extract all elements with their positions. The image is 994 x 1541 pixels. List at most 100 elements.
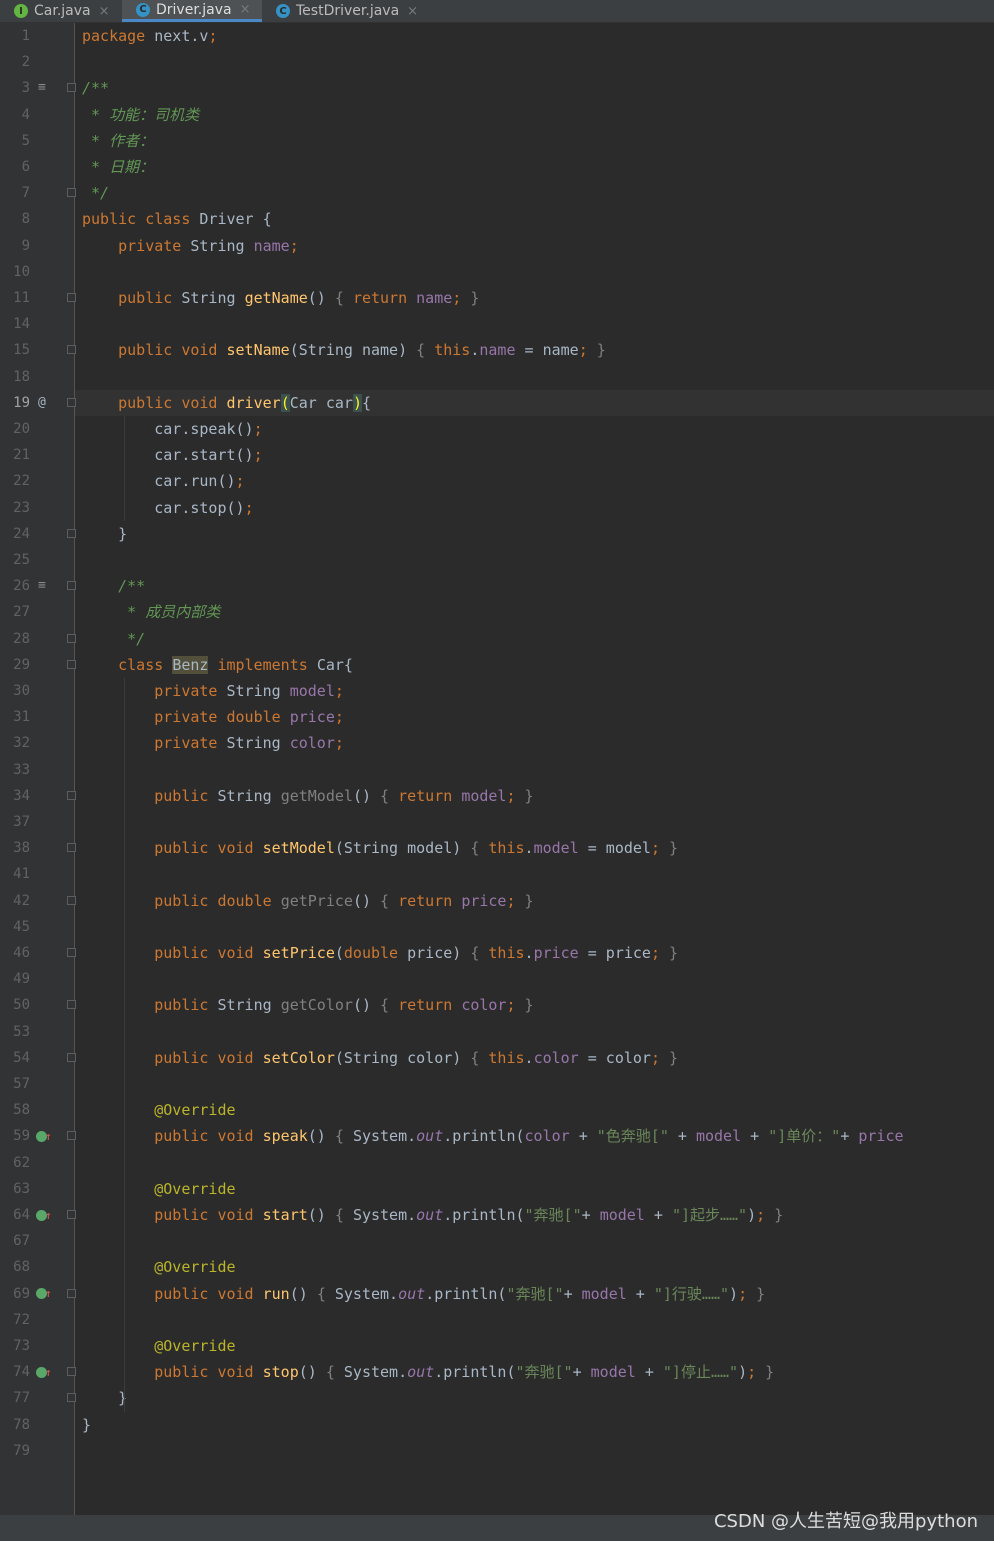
line-number[interactable]: 54 — [0, 1045, 30, 1071]
close-icon[interactable]: × — [240, 2, 251, 17]
code-line[interactable]: public class Driver { — [82, 206, 272, 232]
line-number[interactable]: 67 — [0, 1228, 30, 1254]
code-line[interactable]: @Override — [82, 1333, 235, 1359]
line-number[interactable]: 72 — [0, 1307, 30, 1333]
line-number[interactable]: 38 — [0, 835, 30, 861]
fold-toggle-icon[interactable] — [67, 633, 76, 643]
code-line[interactable]: @Override — [82, 1097, 235, 1123]
line-number[interactable]: 6 — [0, 154, 30, 180]
code-line[interactable]: /** — [82, 75, 109, 101]
fold-toggle-icon[interactable] — [67, 1131, 76, 1141]
line-number[interactable]: 57 — [0, 1071, 30, 1097]
line-number[interactable]: 62 — [0, 1150, 30, 1176]
line-number[interactable]: 23 — [0, 495, 30, 521]
line-number[interactable]: 50 — [0, 992, 30, 1018]
fold-toggle-icon[interactable] — [67, 293, 76, 302]
line-number[interactable]: 74 — [0, 1359, 30, 1385]
code-line[interactable]: car.stop(); — [82, 495, 253, 521]
code-line[interactable]: private String model; — [82, 678, 344, 704]
line-number[interactable]: 77 — [0, 1385, 30, 1411]
code-line[interactable]: package next.v; — [82, 23, 217, 49]
code-line[interactable]: @Override — [82, 1254, 235, 1280]
code-line[interactable]: private String color; — [82, 730, 344, 756]
fold-toggle-icon[interactable] — [67, 397, 76, 407]
line-number[interactable]: 53 — [0, 1019, 30, 1045]
line-number[interactable]: 58 — [0, 1097, 30, 1123]
line-number[interactable]: 59 — [0, 1123, 30, 1149]
tab-car-java[interactable]: I Car.java × — [0, 0, 122, 22]
line-number[interactable]: 68 — [0, 1254, 30, 1280]
code-line[interactable]: public void setPrice(double price) { thi… — [82, 940, 678, 966]
line-number[interactable]: 3 — [0, 75, 30, 101]
line-number[interactable]: 2 — [0, 49, 30, 75]
override-method-icon[interactable]: ↑ — [36, 1202, 52, 1228]
line-number[interactable]: 21 — [0, 442, 30, 468]
code-line[interactable]: public String getColor() { return color;… — [82, 992, 533, 1018]
line-number[interactable]: 49 — [0, 966, 30, 992]
usage-at-icon[interactable]: @ — [38, 390, 46, 416]
code-line[interactable]: @Override — [82, 1176, 235, 1202]
line-number[interactable]: 8 — [0, 206, 30, 232]
fold-toggle-icon[interactable] — [67, 581, 76, 591]
code-line[interactable]: public void speak() { System.out.println… — [82, 1123, 903, 1149]
javadoc-render-icon[interactable]: ≡ — [38, 75, 46, 101]
line-number[interactable]: 24 — [0, 521, 30, 547]
line-number[interactable]: 32 — [0, 730, 30, 756]
override-method-icon[interactable]: ↑ — [36, 1123, 52, 1149]
fold-toggle-icon[interactable] — [67, 83, 76, 93]
tab-testdriver-java[interactable]: C TestDriver.java × — [262, 0, 432, 22]
line-number[interactable]: 28 — [0, 626, 30, 652]
line-number[interactable]: 34 — [0, 783, 30, 809]
line-number[interactable]: 78 — [0, 1412, 30, 1438]
code-line[interactable]: */ — [82, 180, 109, 206]
fold-toggle-icon[interactable] — [67, 843, 76, 853]
code-line[interactable]: public String getName() { return name; } — [82, 285, 479, 311]
code-line[interactable]: * 成员内部类 — [82, 599, 220, 625]
fold-toggle-icon[interactable] — [67, 948, 76, 957]
line-number[interactable]: 31 — [0, 704, 30, 730]
fold-toggle-icon[interactable] — [67, 1210, 76, 1219]
line-number[interactable]: 14 — [0, 311, 30, 337]
line-number[interactable]: 42 — [0, 888, 30, 914]
line-number[interactable]: 1 — [0, 23, 30, 49]
line-number[interactable]: 79 — [0, 1438, 30, 1464]
code-line[interactable]: public double getPrice() { return price;… — [82, 888, 533, 914]
code-line[interactable]: * 功能：司机类 — [82, 102, 199, 128]
line-number[interactable]: 25 — [0, 547, 30, 573]
line-number[interactable]: 4 — [0, 102, 30, 128]
line-number[interactable]: 7 — [0, 180, 30, 206]
fold-toggle-icon[interactable] — [67, 1000, 76, 1010]
line-number[interactable]: 41 — [0, 861, 30, 887]
code-line[interactable]: * 作者： — [82, 128, 154, 154]
line-number[interactable]: 10 — [0, 259, 30, 285]
line-number[interactable]: 18 — [0, 364, 30, 390]
fold-toggle-icon[interactable] — [67, 790, 76, 800]
line-number[interactable]: 9 — [0, 233, 30, 259]
code-line[interactable]: car.start(); — [82, 442, 262, 468]
code-line[interactable]: } — [82, 521, 127, 547]
line-number[interactable]: 15 — [0, 337, 30, 363]
line-number[interactable]: 11 — [0, 285, 30, 311]
fold-toggle-icon[interactable] — [67, 1367, 76, 1377]
code-line[interactable]: * 日期： — [82, 154, 154, 180]
code-line[interactable]: public void setModel(String model) { thi… — [82, 835, 678, 861]
fold-toggle-icon[interactable] — [67, 895, 76, 905]
line-number[interactable]: 46 — [0, 940, 30, 966]
code-line[interactable]: class Benz implements Car{ — [82, 652, 353, 678]
fold-toggle-icon[interactable] — [67, 1288, 76, 1298]
code-line[interactable]: } — [82, 1385, 127, 1411]
line-number[interactable]: 45 — [0, 914, 30, 940]
line-number[interactable]: 29 — [0, 652, 30, 678]
fold-toggle-icon[interactable] — [67, 528, 76, 538]
code-line[interactable]: /** — [82, 573, 145, 599]
code-line[interactable]: public void setName(String name) { this.… — [82, 337, 606, 363]
code-line[interactable]: private double price; — [82, 704, 344, 730]
code-line[interactable]: public void run() { System.out.println("… — [82, 1281, 765, 1307]
code-line[interactable]: public void setColor(String color) { thi… — [82, 1045, 678, 1071]
override-method-icon[interactable]: ↑ — [36, 1281, 52, 1307]
fold-toggle-icon[interactable] — [67, 659, 76, 669]
tab-driver-java[interactable]: C Driver.java × — [122, 0, 262, 22]
code-line[interactable]: */ — [82, 626, 145, 652]
code-line[interactable]: public void driver(Car car){ — [82, 390, 371, 416]
code-line[interactable]: public String getModel() { return model;… — [82, 783, 533, 809]
